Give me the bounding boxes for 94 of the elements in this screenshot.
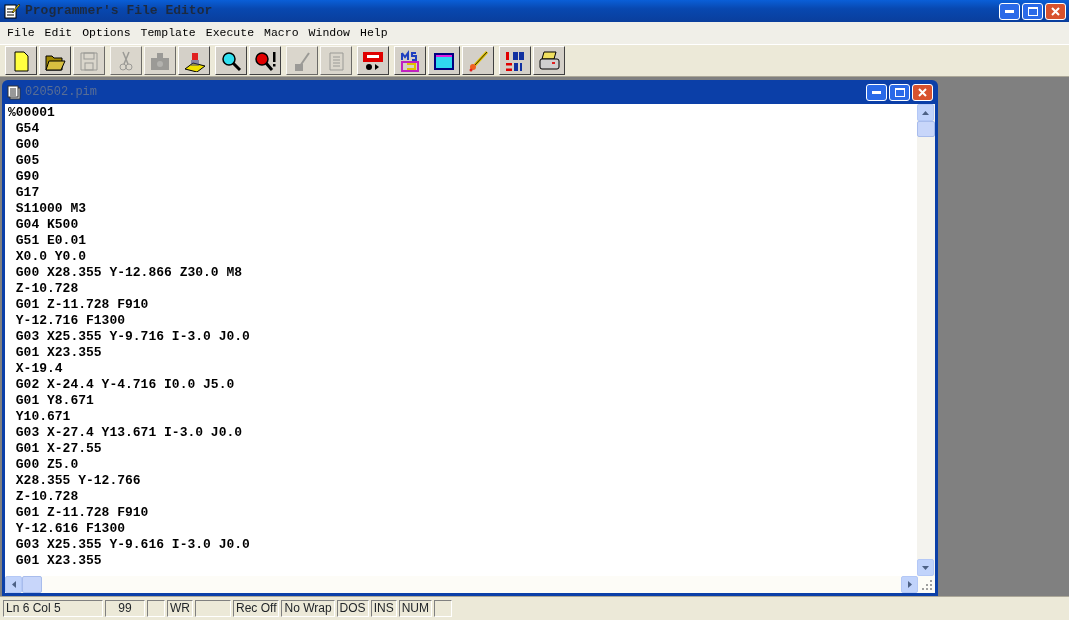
horizontal-scrollbar[interactable] [5, 576, 935, 593]
menu-item[interactable]: Help [355, 24, 393, 42]
magic-wand-icon [467, 49, 489, 72]
down-arrow-icon [922, 565, 929, 570]
code-line: G01 X23.355 [14, 345, 103, 361]
toolbar-button[interactable] [357, 46, 389, 75]
scroll-up-button[interactable] [917, 104, 934, 121]
toolbar-button[interactable] [249, 46, 281, 75]
code-line: G01 X23.355 [14, 553, 103, 569]
close-icon [1051, 6, 1060, 16]
scroll-left-button[interactable] [5, 576, 22, 593]
menu-item[interactable]: Template [135, 24, 201, 42]
code-line: Y-12.716 F1300 [14, 313, 127, 329]
code-line: G17 [14, 185, 41, 201]
menu-item[interactable]: File [2, 24, 40, 42]
menu-item[interactable]: Execute [200, 24, 260, 42]
code-line: G02 X-24.4 Y-4.716 I0.0 J5.0 [14, 377, 236, 393]
scroll-right-button[interactable] [901, 576, 918, 593]
code-line: Z-10.728 [14, 281, 80, 297]
cassette-icon [362, 49, 384, 72]
code-line: G01 Y8.671 [14, 393, 95, 409]
toolbar-button[interactable] [499, 46, 531, 75]
minimize-button[interactable] [866, 83, 887, 101]
code-line: G54 [14, 121, 41, 137]
toolbar-button[interactable] [178, 46, 210, 75]
minimize-icon [1005, 9, 1014, 13]
code-line: G03 X25.355 Y-9.716 I-3.0 J0.0 [14, 329, 251, 345]
maximize-button[interactable] [1022, 2, 1043, 20]
code-line: G01 Z-11.728 F910 [14, 505, 150, 521]
window-title: Programmer's File Editor [25, 2, 213, 21]
status-pane: INS [370, 600, 397, 617]
status-pane: WR [167, 600, 193, 617]
code-line: X0.0 Y0.0 [14, 249, 87, 265]
code-line: S11000 M3 [14, 201, 87, 217]
status-pane: Rec Off [233, 600, 280, 617]
code-line: G03 X-27.4 Y13.671 I-3.0 J0.0 [14, 425, 244, 441]
code-line: G01 X-27.55 [14, 441, 103, 457]
menu-item[interactable]: Macro [259, 24, 304, 42]
printer-icon [538, 49, 560, 72]
empty-status-pane [147, 600, 165, 617]
maximize-button[interactable] [889, 83, 910, 101]
toolbar-button[interactable] [462, 46, 494, 75]
status-pane: 99 [105, 600, 145, 617]
scroll-thumb[interactable] [917, 121, 935, 137]
notepad-pencil-icon [3, 2, 21, 20]
toolbar-button[interactable] [428, 46, 460, 75]
sort-letters-icon [504, 49, 526, 72]
code-line: G90 [14, 169, 41, 185]
maximize-icon [1027, 6, 1038, 16]
code-line: Z-10.728 [14, 489, 80, 505]
scroll-thumb[interactable] [22, 576, 42, 593]
left-arrow-icon [11, 581, 16, 588]
search-next-icon [254, 49, 276, 72]
code-line: G05 [14, 153, 41, 169]
empty-status-pane [433, 600, 452, 617]
toolbar-button[interactable] [39, 46, 71, 75]
menu-item[interactable]: Options [77, 24, 136, 42]
code-line: G00 Z5.0 [14, 457, 80, 473]
toolbar-button[interactable] [5, 46, 37, 75]
empty-status-pane [195, 600, 231, 617]
close-icon [918, 87, 927, 97]
document-icon [7, 84, 21, 100]
code-line: G01 Z-11.728 F910 [14, 297, 150, 313]
toolbar-button[interactable] [215, 46, 247, 75]
document-title: 020502.pim [25, 84, 97, 101]
code-line: G00 [14, 137, 41, 153]
up-arrow-icon [922, 110, 929, 115]
code-line: X-19.4 [14, 361, 64, 377]
code-line: X28.355 Y-12.766 [14, 473, 142, 489]
menu-item[interactable]: Edit [39, 24, 78, 42]
status-pane: DOS [336, 600, 369, 617]
code-line: G00 X28.355 Y-12.866 Z30.0 M8 [14, 265, 244, 281]
vertical-scrollbar[interactable] [917, 104, 935, 576]
code-line: G04 K500 [14, 217, 80, 233]
code-line: Y10.671 [14, 409, 72, 425]
search-icon [220, 49, 242, 72]
code-line: %00001 [8, 105, 56, 121]
scroll-down-button[interactable] [917, 559, 934, 576]
toolbar-button[interactable] [533, 46, 565, 75]
close-button[interactable] [1045, 2, 1066, 20]
status-pane: Ln 6 Col 5 [3, 600, 103, 617]
toolbar-button[interactable] [394, 46, 426, 75]
ms-dos-icon [399, 49, 421, 72]
menu-item[interactable]: Window [303, 24, 355, 42]
code-line: G03 X25.355 Y-9.616 I-3.0 J0.0 [14, 537, 251, 553]
minimize-icon [872, 90, 881, 94]
status-pane: NUM [398, 600, 432, 617]
code-line: G51 E0.01 [14, 233, 87, 249]
close-button[interactable] [912, 83, 933, 101]
minimize-button[interactable] [999, 2, 1020, 20]
code-line: Y-12.616 F1300 [14, 521, 127, 537]
status-pane: No Wrap [281, 600, 335, 617]
right-arrow-icon [907, 581, 912, 588]
maximize-icon [894, 87, 905, 97]
